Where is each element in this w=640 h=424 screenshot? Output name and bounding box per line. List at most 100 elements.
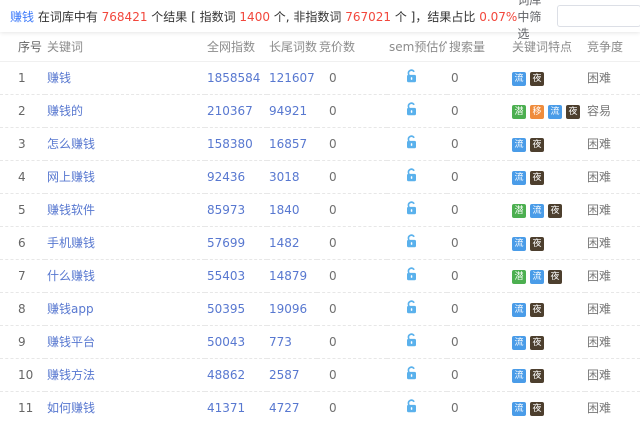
summary-text: 个, 非指数词	[269, 9, 346, 24]
keyword-cell: 什么赚钱	[45, 259, 205, 293]
flow-word-badge: 流	[512, 170, 526, 185]
table-row: 1 赚钱 1858584 121607 0 0 流夜 困难	[0, 61, 640, 95]
search-volume-value: 0	[447, 259, 510, 293]
night-word-badge: 夜	[530, 335, 544, 350]
summary-text: 0.07%	[479, 9, 518, 24]
keyword-link[interactable]: 如何赚钱	[47, 401, 95, 415]
search-volume-value: 0	[447, 127, 510, 161]
longtail-count-value: 773	[267, 325, 317, 359]
keyword-link[interactable]: 赚钱方法	[47, 368, 95, 382]
keyword-link[interactable]: 赚钱软件	[47, 203, 95, 217]
table-row: 6 手机赚钱 57699 1482 0 0 流夜 困难	[0, 226, 640, 260]
keyword-cell: 手机赚钱	[45, 226, 205, 260]
all-index-value: 85973	[205, 193, 267, 227]
keyword-cell: 如何赚钱	[45, 391, 205, 424]
lock-icon[interactable]	[405, 333, 418, 347]
search-volume-value: 0	[451, 400, 459, 415]
row-index: 11	[18, 400, 34, 415]
all-index-value: 1858584	[205, 61, 267, 95]
lock-icon[interactable]	[405, 102, 418, 116]
night-word-badge: 夜	[530, 170, 544, 185]
keyword-link[interactable]: 网上赚钱	[47, 170, 95, 184]
sem-price-cell	[387, 358, 447, 392]
feature-badges-cell: 流夜	[510, 226, 585, 260]
feature-badges-cell: 潜流夜	[510, 193, 585, 227]
table-row: 2 赚钱的 210367 94921 0 0 潜移流夜 容易	[0, 94, 640, 128]
filter-label: 词库中筛选	[517, 0, 542, 41]
flow-word-badge: 流	[512, 71, 526, 86]
difficulty-value: 困难	[585, 160, 640, 194]
longtail-count-value: 121607	[267, 61, 317, 95]
bid-count-value: 0	[317, 358, 387, 392]
lock-icon[interactable]	[405, 234, 418, 248]
keyword-link[interactable]: 赚钱的	[47, 104, 83, 118]
feature-badges-cell: 流夜	[510, 325, 585, 359]
keyword-link[interactable]: 赚钱app	[47, 302, 94, 316]
keyword-cell: 赚钱软件	[45, 193, 205, 227]
longtail-count-value: 2587	[267, 358, 317, 392]
summary-text: 个 ]，结果占比	[391, 9, 480, 24]
flow-word-badge: 流	[530, 203, 544, 218]
topbar: 赚钱 在词库中有 768421 个结果 [ 指数词 1400 个, 非指数词 7…	[0, 0, 640, 41]
keyword-cell: 赚钱方法	[45, 358, 205, 392]
lock-icon[interactable]	[405, 366, 418, 380]
sem-price-cell	[387, 391, 447, 424]
keyword-link[interactable]: 怎么赚钱	[47, 137, 95, 151]
column-header-0: 序号	[0, 32, 45, 62]
mobile-word-badge: 移	[530, 104, 544, 119]
potential-word-badge: 潜	[512, 269, 526, 284]
keyword-link[interactable]: 赚钱	[47, 71, 71, 85]
search-volume-value: 0	[447, 292, 510, 326]
row-index: 6	[0, 226, 45, 260]
lock-icon[interactable]	[405, 399, 418, 413]
all-index-value: 57699	[205, 226, 267, 260]
night-word-badge: 夜	[548, 203, 562, 218]
keyword-cell: 网上赚钱	[45, 160, 205, 194]
feature-badges-cell: 流夜	[510, 127, 585, 161]
keyword-link[interactable]: 赚钱平台	[47, 335, 95, 349]
lock-icon[interactable]	[405, 135, 418, 149]
search-volume-value: 0	[447, 358, 510, 392]
bid-count-value: 0	[317, 292, 387, 326]
night-word-badge: 夜	[530, 137, 544, 152]
summary-text: 768421	[101, 9, 148, 24]
keyword-link[interactable]: 什么赚钱	[47, 269, 95, 283]
sem-price-cell	[387, 292, 447, 326]
sem-price-cell	[387, 127, 447, 161]
filter-input[interactable]	[557, 5, 640, 27]
search-volume-value: 0	[447, 193, 510, 227]
search-volume-value: 0	[447, 94, 510, 128]
lock-icon[interactable]	[405, 267, 418, 281]
lock-icon[interactable]	[405, 168, 418, 182]
longtail-count-value: 16857	[267, 127, 317, 161]
feature-badges-cell: 流夜	[510, 292, 585, 326]
lock-icon[interactable]	[405, 300, 418, 314]
keyword-link[interactable]: 手机赚钱	[47, 236, 95, 250]
lock-icon[interactable]	[405, 201, 418, 215]
search-volume-value: 0	[447, 226, 510, 260]
difficulty-value: 困难	[585, 325, 640, 359]
difficulty-value: 困难	[585, 226, 640, 260]
bid-count-value: 0	[329, 400, 337, 415]
longtail-count-value: 19096	[267, 292, 317, 326]
all-index-value: 92436	[205, 160, 267, 194]
flow-word-badge: 流	[512, 401, 526, 416]
longtail-count-value: 4727	[269, 400, 300, 415]
sem-price-cell	[387, 259, 447, 293]
night-word-badge: 夜	[530, 401, 544, 416]
bid-count-value: 0	[317, 259, 387, 293]
row-index: 8	[0, 292, 45, 326]
keyword-cell: 赚钱的	[45, 94, 205, 128]
sem-price-cell	[387, 94, 447, 128]
row-index: 3	[0, 127, 45, 161]
flow-word-badge: 流	[548, 104, 562, 119]
row-index: 4	[0, 160, 45, 194]
searched-keyword-link[interactable]: 赚钱	[10, 10, 34, 24]
lock-icon[interactable]	[405, 69, 418, 83]
table-body: 1 赚钱 1858584 121607 0 0 流夜 困难 2 赚钱的 2103…	[0, 61, 640, 424]
all-index-value: 50043	[205, 325, 267, 359]
all-index-value: 158380	[205, 127, 267, 161]
feature-badges-cell: 潜移流夜	[510, 94, 585, 128]
bid-count-value: 0	[317, 61, 387, 95]
summary-text: 1400	[239, 9, 270, 24]
